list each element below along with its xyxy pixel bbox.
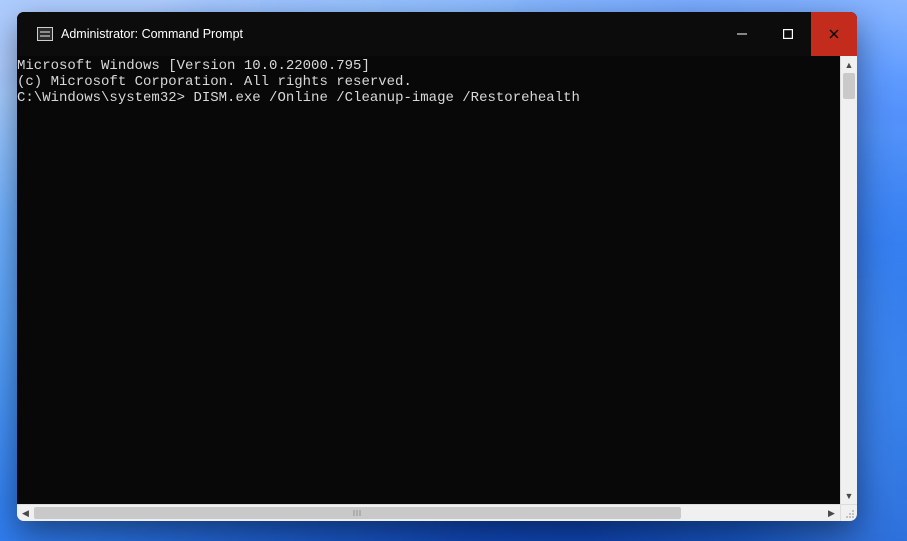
scroll-up-button[interactable]: ▲ <box>841 56 857 73</box>
resize-grip-icon <box>845 509 855 519</box>
scroll-down-button[interactable]: ▼ <box>841 487 857 504</box>
desktop-background: Administrator: Command Prompt Microsoft … <box>0 0 907 541</box>
close-button[interactable] <box>811 12 857 56</box>
horizontal-scroll-thumb[interactable] <box>34 507 681 519</box>
chevron-down-icon: ▼ <box>845 491 854 501</box>
window-title: Administrator: Command Prompt <box>61 27 243 41</box>
minimize-button[interactable] <box>719 12 765 56</box>
vertical-scroll-thumb[interactable] <box>843 73 855 99</box>
titlebar[interactable]: Administrator: Command Prompt <box>17 12 857 56</box>
scroll-left-button[interactable]: ◀ <box>17 505 34 521</box>
scroll-right-button[interactable]: ▶ <box>823 505 840 521</box>
terminal-prompt-line: C:\Windows\system32> DISM.exe /Online /C… <box>17 90 840 106</box>
resize-grip[interactable] <box>840 504 857 521</box>
terminal-output[interactable]: Microsoft Windows [Version 10.0.22000.79… <box>17 56 840 504</box>
chevron-up-icon: ▲ <box>845 60 854 70</box>
terminal-line: (c) Microsoft Corporation. All rights re… <box>17 74 840 90</box>
close-icon <box>829 29 839 39</box>
vertical-scroll-track[interactable] <box>841 73 857 487</box>
maximize-button[interactable] <box>765 12 811 56</box>
chevron-right-icon: ▶ <box>828 508 835 519</box>
terminal-prompt: C:\Windows\system32> <box>17 90 185 106</box>
minimize-icon <box>737 29 747 39</box>
horizontal-scrollbar[interactable]: ◀ ▶ <box>17 504 840 521</box>
horizontal-scroll-track[interactable] <box>34 505 823 521</box>
chevron-left-icon: ◀ <box>22 508 29 519</box>
vertical-scrollbar[interactable]: ▲ ▼ <box>840 56 857 504</box>
terminal-line: Microsoft Windows [Version 10.0.22000.79… <box>17 58 840 74</box>
terminal-command: DISM.exe /Online /Cleanup-image /Restore… <box>193 90 579 106</box>
maximize-icon <box>783 29 793 39</box>
command-prompt-window[interactable]: Administrator: Command Prompt Microsoft … <box>17 12 857 521</box>
cmd-icon <box>37 27 53 41</box>
